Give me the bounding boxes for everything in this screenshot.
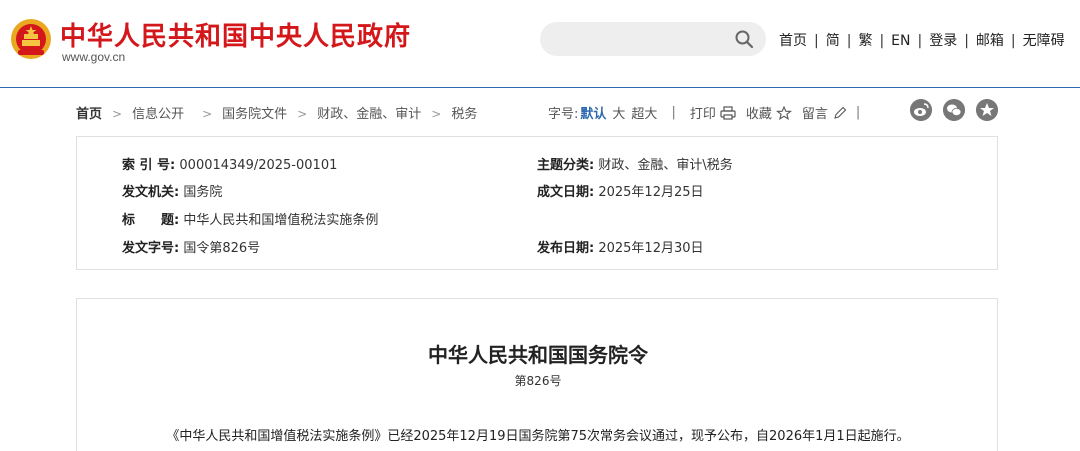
breadcrumb-state-council-docs[interactable]: 国务院文件 bbox=[222, 107, 287, 122]
info-published-label: 发布日期: bbox=[537, 241, 595, 256]
info-category-label: 主题分类: bbox=[537, 158, 595, 173]
font-size-large[interactable]: 大 bbox=[612, 103, 625, 122]
info-issuer-label: 发文机关: bbox=[122, 185, 180, 200]
breadcrumb: 首页 > 信息公开 > 国务院文件 > 财政、金融、审计 > 税务 bbox=[76, 103, 477, 122]
font-size-xlarge[interactable]: 超大 bbox=[631, 103, 657, 122]
info-published-value: 2025年12月30日 bbox=[598, 241, 704, 256]
national-emblem-icon[interactable] bbox=[10, 18, 52, 60]
pencil-icon[interactable] bbox=[832, 106, 848, 120]
breadcrumb-separator: > bbox=[202, 107, 213, 121]
info-docno-label: 发文字号: bbox=[122, 241, 180, 256]
info-index-value: 000014349/2025-00101 bbox=[179, 158, 338, 173]
info-title-value: 中华人民共和国增值税法实施条例 bbox=[183, 213, 379, 228]
nav-login[interactable]: 登录 bbox=[929, 33, 957, 49]
breadcrumb-separator: > bbox=[112, 107, 123, 121]
breadcrumb-info-public[interactable]: 信息公开 bbox=[132, 107, 184, 122]
info-published-date: 发布日期: 2025年12月30日 bbox=[537, 237, 704, 256]
info-index-label: 索 引 号: bbox=[122, 158, 176, 173]
star-outline-icon[interactable] bbox=[775, 105, 792, 120]
top-nav: 首页 | 简 | 繁 | EN | 登录 | 邮箱 | 无障碍 bbox=[779, 30, 1065, 50]
document-info-box: 索 引 号: 000014349/2025-00101 主题分类: 财政、金融、… bbox=[76, 136, 998, 270]
nav-home[interactable]: 首页 bbox=[779, 33, 807, 49]
qzone-icon[interactable] bbox=[976, 99, 998, 121]
site-url[interactable]: www.gov.cn bbox=[62, 50, 125, 64]
breadcrumb-finance[interactable]: 财政、金融、审计 bbox=[317, 107, 421, 122]
info-category-value: 财政、金融、审计\税务 bbox=[598, 158, 733, 173]
tools-separator: | bbox=[671, 105, 676, 120]
nav-traditional[interactable]: 繁 bbox=[858, 33, 872, 49]
printer-icon[interactable] bbox=[720, 105, 736, 120]
font-size-label: 字号: bbox=[548, 107, 579, 122]
breadcrumb-home[interactable]: 首页 bbox=[76, 107, 102, 122]
info-issuer: 发文机关: 国务院 bbox=[122, 181, 222, 200]
page-tools: 字号: 默认 大 超大 | 打印 收藏 留言 | bbox=[548, 103, 874, 122]
nav-separator: | bbox=[964, 33, 969, 49]
font-size-default[interactable]: 默认 bbox=[580, 103, 606, 122]
breadcrumb-separator: > bbox=[431, 107, 442, 121]
search-box bbox=[540, 22, 766, 56]
info-doc-number: 发文字号: 国令第826号 bbox=[122, 237, 260, 256]
nav-separator: | bbox=[814, 33, 819, 49]
info-index: 索 引 号: 000014349/2025-00101 bbox=[122, 154, 337, 173]
search-icon[interactable] bbox=[734, 29, 754, 49]
site-header: 中华人民共和国中央人民政府 www.gov.cn 首页 | 简 | 繁 | EN | 登录 | 邮箱… bbox=[0, 0, 1080, 88]
breadcrumb-tax[interactable]: 税务 bbox=[451, 107, 477, 122]
tools-separator: | bbox=[855, 105, 861, 120]
nav-separator: | bbox=[879, 33, 885, 49]
info-docno-value: 国令第826号 bbox=[183, 241, 261, 256]
favorite-button[interactable]: 收藏 bbox=[746, 103, 772, 122]
info-title-label: 标 题: bbox=[122, 213, 180, 228]
weibo-icon[interactable] bbox=[910, 99, 932, 121]
print-button[interactable]: 打印 bbox=[690, 103, 716, 122]
nav-separator: | bbox=[1010, 33, 1016, 49]
wechat-icon[interactable] bbox=[943, 99, 965, 121]
info-issuer-value: 国务院 bbox=[183, 185, 223, 200]
comment-button[interactable]: 留言 bbox=[802, 103, 828, 122]
article-content: 中华人民共和国国务院令 第826号 《中华人民共和国增值税法实施条例》已经202… bbox=[76, 298, 998, 451]
breadcrumb-separator: > bbox=[297, 107, 308, 121]
nav-separator: | bbox=[846, 33, 852, 49]
search-input[interactable] bbox=[552, 28, 722, 50]
article-body: 《中华人民共和国增值税法实施条例》已经2025年12月19日国务院第75次常务会… bbox=[166, 429, 910, 444]
info-written-date: 成文日期: 2025年12月25日 bbox=[537, 181, 704, 200]
article-number: 第826号 bbox=[514, 374, 562, 388]
nav-english[interactable]: EN bbox=[891, 33, 910, 49]
info-title: 标 题: 中华人民共和国增值税法实施条例 bbox=[122, 209, 378, 228]
info-written-label: 成文日期: bbox=[537, 185, 595, 200]
site-title[interactable]: 中华人民共和国中央人民政府 bbox=[60, 16, 411, 53]
info-category: 主题分类: 财政、金融、审计\税务 bbox=[537, 154, 733, 173]
nav-accessibility[interactable]: 无障碍 bbox=[1023, 33, 1065, 49]
info-written-value: 2025年12月25日 bbox=[598, 185, 704, 200]
nav-mail[interactable]: 邮箱 bbox=[976, 33, 1004, 49]
nav-separator: | bbox=[917, 33, 923, 49]
article-title: 中华人民共和国国务院令 bbox=[428, 343, 648, 367]
nav-simplified[interactable]: 简 bbox=[826, 33, 840, 49]
